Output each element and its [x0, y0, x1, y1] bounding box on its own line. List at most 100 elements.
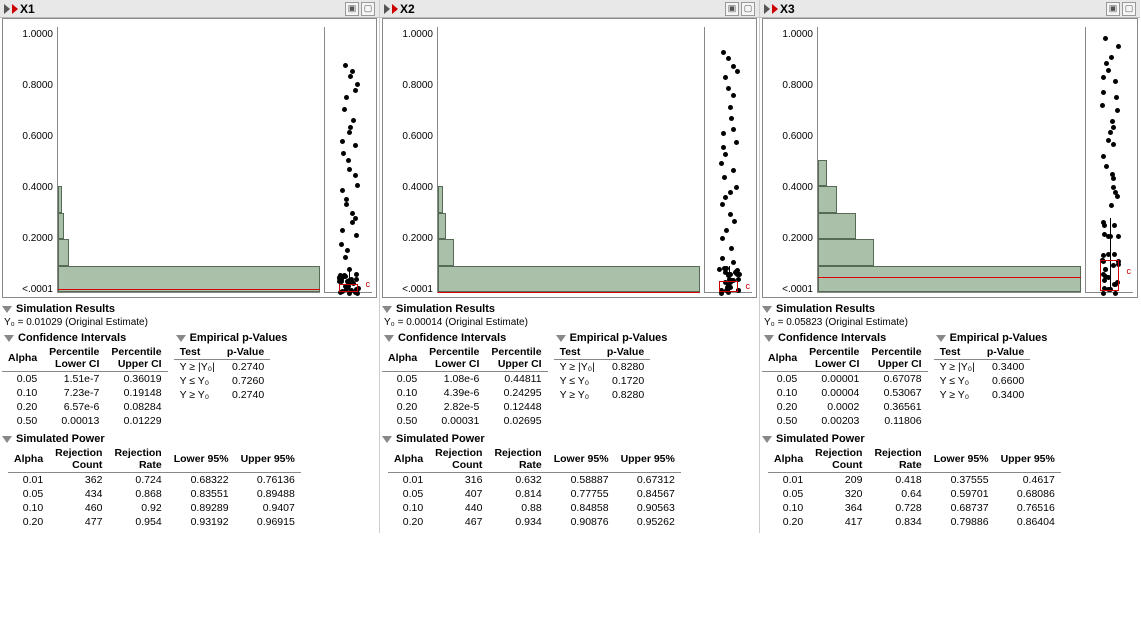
- panel-close-icon[interactable]: ▢: [1122, 2, 1136, 16]
- disclosure-icon[interactable]: [762, 436, 772, 443]
- column-header[interactable]: RejectionRate: [108, 446, 167, 473]
- column-header[interactable]: Test: [554, 345, 601, 360]
- column-header[interactable]: PercentileUpper CI: [485, 345, 547, 372]
- simulated-power-header[interactable]: Simulated Power: [380, 432, 759, 446]
- histogram-bar: [58, 239, 69, 266]
- column-header[interactable]: Alpha: [382, 345, 423, 372]
- disclosure-icon[interactable]: [764, 335, 774, 342]
- hotspot-icon[interactable]: [772, 4, 778, 14]
- distribution-chart[interactable]: 1.00000.80000.60000.40000.2000<.0001c: [2, 18, 377, 298]
- disclosure-icon[interactable]: [382, 436, 392, 443]
- column-header[interactable]: Alpha: [388, 446, 429, 473]
- simulation-results-header[interactable]: Simulation Results: [0, 302, 379, 316]
- pvals-header[interactable]: Empirical p-Values: [174, 331, 290, 345]
- column-header[interactable]: RejectionCount: [49, 446, 108, 473]
- histogram: [817, 27, 1081, 293]
- column-header[interactable]: Upper 95%: [615, 446, 681, 473]
- ci-header[interactable]: Confidence Intervals: [382, 331, 548, 345]
- panel-action-icon[interactable]: ▣: [345, 2, 359, 16]
- histogram-bar: [58, 186, 62, 213]
- histogram-bar: [818, 266, 1081, 293]
- cell: 0.89488: [235, 487, 301, 501]
- column-header[interactable]: Alpha: [762, 345, 803, 372]
- cell: 0.84858: [548, 501, 615, 515]
- disclosure-icon[interactable]: [384, 4, 390, 14]
- disclosure-icon[interactable]: [4, 4, 10, 14]
- histogram: [437, 27, 700, 293]
- simulation-results-header[interactable]: Simulation Results: [380, 302, 759, 316]
- column-header[interactable]: Alpha: [8, 446, 49, 473]
- disclosure-icon[interactable]: [556, 335, 566, 342]
- pvals-header[interactable]: Empirical p-Values: [554, 331, 670, 345]
- outlier-dot: [732, 219, 737, 224]
- histogram-bar: [818, 239, 874, 266]
- disclosure-icon[interactable]: [2, 306, 12, 313]
- panel-action-icon[interactable]: ▣: [725, 2, 739, 16]
- cell: Y ≥ |Y₀|: [174, 360, 221, 375]
- table-row: 0.104400.880.848580.90563: [388, 501, 681, 515]
- cell: Y ≤ Y₀: [554, 374, 601, 388]
- column-header[interactable]: p-Value: [601, 345, 650, 360]
- panel-close-icon[interactable]: ▢: [741, 2, 755, 16]
- panel-action-icon[interactable]: ▣: [1106, 2, 1120, 16]
- disclosure-icon[interactable]: [762, 306, 772, 313]
- column-header[interactable]: Test: [174, 345, 221, 360]
- simulation-results-header[interactable]: Simulation Results: [760, 302, 1140, 316]
- column-header[interactable]: Alpha: [2, 345, 43, 372]
- column-header[interactable]: RejectionRate: [868, 446, 927, 473]
- cell: 0.90563: [615, 501, 681, 515]
- hotspot-icon[interactable]: [392, 4, 398, 14]
- column-header[interactable]: p-Value: [221, 345, 270, 360]
- cell: 0.3400: [981, 388, 1030, 402]
- y-tick-label: 0.2000: [782, 233, 813, 244]
- hotspot-icon[interactable]: [12, 4, 18, 14]
- panel-header[interactable]: X3 ▣ ▢: [760, 0, 1140, 18]
- column-header[interactable]: PercentileLower CI: [423, 345, 485, 372]
- column-header[interactable]: Test: [934, 345, 981, 360]
- cell: 0.83551: [168, 487, 235, 501]
- column-header[interactable]: Lower 95%: [548, 446, 615, 473]
- column-header[interactable]: Lower 95%: [928, 446, 995, 473]
- column-header[interactable]: Upper 95%: [235, 446, 301, 473]
- column-header[interactable]: Lower 95%: [168, 446, 235, 473]
- disclosure-icon[interactable]: [4, 335, 14, 342]
- disclosure-icon[interactable]: [176, 335, 186, 342]
- distribution-chart[interactable]: 1.00000.80000.60000.40000.2000<.0001c: [382, 18, 757, 298]
- column-header[interactable]: RejectionCount: [429, 446, 488, 473]
- column-header[interactable]: p-Value: [981, 345, 1030, 360]
- y-tick-label: 0.2000: [22, 233, 53, 244]
- column-header[interactable]: PercentileLower CI: [803, 345, 865, 372]
- column-header[interactable]: RejectionCount: [809, 446, 868, 473]
- panel-close-icon[interactable]: ▢: [361, 2, 375, 16]
- ci-header[interactable]: Confidence Intervals: [762, 331, 928, 345]
- c-marker: c: [746, 281, 751, 291]
- outlier-dot: [734, 185, 739, 190]
- panel-header[interactable]: X1 ▣ ▢: [0, 0, 379, 18]
- column-header[interactable]: PercentileUpper CI: [865, 345, 927, 372]
- column-header[interactable]: Upper 95%: [995, 446, 1061, 473]
- column-header[interactable]: PercentileLower CI: [43, 345, 105, 372]
- disclosure-icon[interactable]: [384, 335, 394, 342]
- outlier-dot: [1116, 44, 1121, 49]
- distribution-chart[interactable]: 1.00000.80000.60000.40000.2000<.0001c: [762, 18, 1138, 298]
- disclosure-icon[interactable]: [382, 306, 392, 313]
- simulated-power-header[interactable]: Simulated Power: [0, 432, 379, 446]
- column-header[interactable]: PercentileUpper CI: [105, 345, 167, 372]
- outlier-dot: [1115, 108, 1120, 113]
- simulated-power-header[interactable]: Simulated Power: [760, 432, 1140, 446]
- cell: 0.05: [762, 372, 803, 387]
- disclosure-icon[interactable]: [2, 436, 12, 443]
- panel-header[interactable]: X2 ▣ ▢: [380, 0, 759, 18]
- disclosure-icon[interactable]: [936, 335, 946, 342]
- ci-header[interactable]: Confidence Intervals: [2, 331, 168, 345]
- table-row: 0.053200.640.597010.68086: [768, 487, 1061, 501]
- outlier-dot: [340, 228, 345, 233]
- disclosure-icon[interactable]: [764, 4, 770, 14]
- column-header[interactable]: Alpha: [768, 446, 809, 473]
- y-tick-label: 0.8000: [782, 80, 813, 91]
- simulated-power-table: AlphaRejectionCountRejectionRateLower 95…: [388, 446, 681, 529]
- column-header[interactable]: RejectionRate: [488, 446, 547, 473]
- pvals-header[interactable]: Empirical p-Values: [934, 331, 1050, 345]
- outlier-dot: [1114, 95, 1119, 100]
- outlier-dot: [721, 145, 726, 150]
